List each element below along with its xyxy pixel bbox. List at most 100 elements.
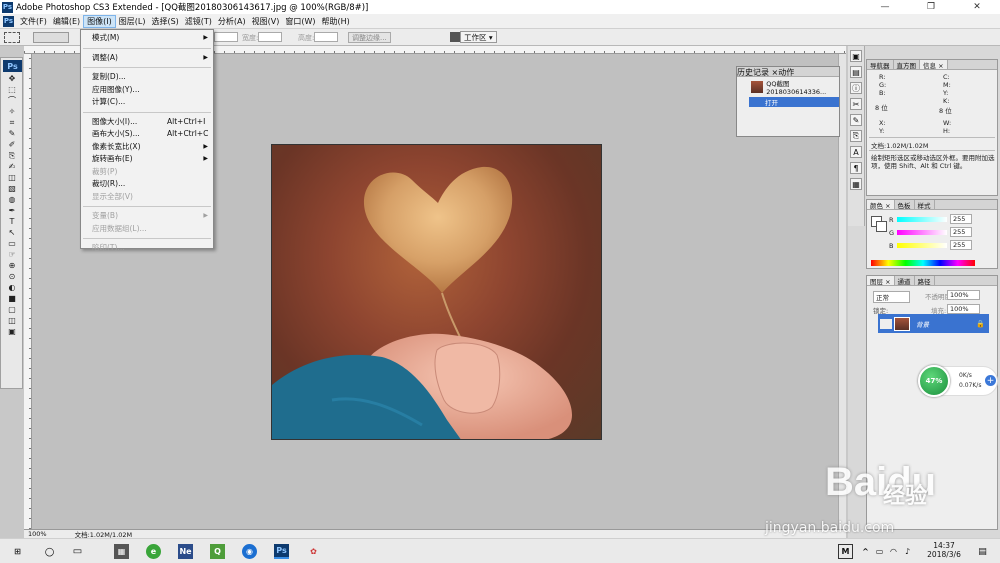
background-swatch[interactable] xyxy=(876,221,887,232)
slice-tool-icon[interactable]: ✎ xyxy=(6,129,18,138)
color-tab-2[interactable]: 样式 xyxy=(915,200,935,210)
layer-row-background[interactable]: 背景 🔒 xyxy=(878,314,989,333)
task-view-icon[interactable]: ▭ xyxy=(70,544,85,559)
pen-tool-icon[interactable]: ↖ xyxy=(6,228,18,237)
layer-comps-icon[interactable]: ▦ xyxy=(850,178,862,190)
menu-item-8[interactable]: 窗口(W) xyxy=(282,15,318,28)
path-select-tool-icon[interactable]: ☞ xyxy=(6,250,18,259)
color-channel-slider[interactable] xyxy=(897,217,947,222)
image-menu-item-6[interactable]: 计算(C)... xyxy=(81,96,213,107)
network-speed-widget[interactable]: 47% 0K/s 0.07K/s + xyxy=(918,365,998,397)
image-menu-item-10[interactable]: 像素长宽比(X) ▶ xyxy=(81,141,213,152)
zoom-level[interactable]: 100% xyxy=(24,530,51,538)
menu-item-3[interactable]: 图层(L) xyxy=(116,15,149,28)
menu-item-6[interactable]: 分析(A) xyxy=(215,15,249,28)
brush-tool-icon[interactable]: ⎘ xyxy=(6,151,18,160)
clock[interactable]: 14:37 2018/3/6 xyxy=(925,541,963,559)
layers-tab-1[interactable]: 通道 xyxy=(895,276,915,286)
character-icon[interactable]: A xyxy=(850,146,862,158)
maximize-button[interactable]: ❐ xyxy=(908,0,954,14)
image-menu-item-2[interactable]: 调整(A) ▶ xyxy=(81,52,213,63)
magic-wand-tool-icon[interactable]: ✧ xyxy=(6,107,18,116)
history-tab-0[interactable]: 历史记录 × xyxy=(737,67,778,77)
menu-item-4[interactable]: 选择(S) xyxy=(148,15,181,28)
eraser-tool-icon[interactable]: ▧ xyxy=(6,184,18,193)
color-tab-1[interactable]: 色板 xyxy=(895,200,915,210)
visibility-eye-icon[interactable] xyxy=(880,318,892,329)
image-menu-item-0[interactable]: 模式(M) ▶ xyxy=(81,32,213,43)
ime-indicator[interactable]: M xyxy=(838,544,853,559)
workspace-button[interactable]: 工作区 ▾ xyxy=(460,31,497,43)
height-input[interactable] xyxy=(314,32,338,42)
width-input[interactable] xyxy=(258,32,282,42)
search-icon[interactable]: ○ xyxy=(42,544,57,559)
history-tab-1[interactable]: 动作 xyxy=(778,67,794,77)
browser-360-icon[interactable]: e xyxy=(146,544,161,559)
menu-item-9[interactable]: 帮助(H) xyxy=(319,15,353,28)
menu-item-5[interactable]: 滤镜(T) xyxy=(182,15,215,28)
info-icon[interactable]: ⓘ xyxy=(850,82,862,94)
color-channel-slider[interactable] xyxy=(897,243,947,248)
gradient-tool-icon[interactable]: ◍ xyxy=(6,195,18,204)
tools-icon[interactable]: ✂ xyxy=(850,98,862,110)
app-blue-icon[interactable]: ◉ xyxy=(242,544,257,559)
fill-input[interactable]: 100% xyxy=(947,304,980,314)
brushes-icon[interactable]: ✎ xyxy=(850,114,862,126)
image-menu-item-13[interactable]: 裁切(R)... xyxy=(81,178,213,189)
healing-tool-icon[interactable]: ✐ xyxy=(6,140,18,149)
color-swatches-tool-icon[interactable]: ◫ xyxy=(6,316,18,325)
color-channel-value[interactable]: 255 xyxy=(950,227,973,237)
nav-tab-0[interactable]: 导航器 xyxy=(867,60,894,70)
close-button[interactable]: ✕ xyxy=(954,0,1000,14)
opacity-input[interactable]: 100% xyxy=(947,290,980,300)
volume-icon[interactable]: ♪ xyxy=(900,544,915,559)
network-icon[interactable]: ◠ xyxy=(886,544,901,559)
history-snapshot[interactable]: QQ截图2018030614336... xyxy=(737,80,839,96)
menu-item-1[interactable]: 编辑(E) xyxy=(50,15,83,28)
menu-item-2[interactable]: 图像(I) xyxy=(83,14,116,28)
image-canvas[interactable] xyxy=(271,144,602,440)
image-menu-item-11[interactable]: 旋转画布(E) ▶ xyxy=(81,153,213,164)
nav-tab-1[interactable]: 直方图 xyxy=(894,60,920,70)
refine-edge-button[interactable]: 调整边缘... xyxy=(348,32,391,43)
clone-tool-icon[interactable]: ✍ xyxy=(6,162,18,171)
minimize-button[interactable]: — xyxy=(862,0,908,14)
menu-item-0[interactable]: 文件(F) xyxy=(17,15,50,28)
color-channel-value[interactable]: 255 xyxy=(950,214,973,224)
dodge-tool-icon[interactable]: T xyxy=(6,217,18,226)
color-spectrum-bar[interactable] xyxy=(871,260,975,266)
image-menu-item-5[interactable]: 应用图像(Y)... xyxy=(81,84,213,95)
ne-app-icon[interactable]: Ne xyxy=(178,544,193,559)
style-select[interactable] xyxy=(214,32,238,42)
color-channel-value[interactable]: 255 xyxy=(950,240,973,250)
selection-mode-buttons[interactable] xyxy=(33,32,69,43)
image-menu-item-9[interactable]: 画布大小(S)... Alt+Ctrl+C xyxy=(81,128,213,139)
color-channel-slider[interactable] xyxy=(897,230,947,235)
lasso-tool-icon[interactable]: ⌒ xyxy=(6,96,18,105)
menu-item-7[interactable]: 视图(V) xyxy=(249,15,283,28)
ps-menu-icon[interactable]: Ps xyxy=(3,15,14,27)
image-menu-item-4[interactable]: 复制(D)... xyxy=(81,71,213,82)
color-tab-0[interactable]: 颜色 × xyxy=(867,200,895,210)
history-brush-tool-icon[interactable]: ◫ xyxy=(6,173,18,182)
eyedropper-tool-icon[interactable]: ◐ xyxy=(6,283,18,292)
history-step-open[interactable]: 打开 xyxy=(749,97,839,107)
windows-start-icon[interactable]: ⊞ xyxy=(10,544,25,559)
battery-icon[interactable]: ▭ xyxy=(872,544,887,559)
marquee-tool-icon[interactable]: ⬚ xyxy=(6,85,18,94)
zoom-tool-icon[interactable]: ▢ xyxy=(6,305,18,314)
nav-tab-2[interactable]: 信息 × xyxy=(920,60,948,70)
histogram-icon[interactable]: ▤ xyxy=(850,66,862,78)
image-menu-item-8[interactable]: 图像大小(I)... Alt+Ctrl+I xyxy=(81,116,213,127)
hand-tool-icon[interactable]: ■ xyxy=(6,294,18,303)
notes-tool-icon[interactable]: ⊙ xyxy=(6,272,18,281)
plus-icon[interactable]: + xyxy=(985,375,996,386)
excel-like-icon[interactable]: Q xyxy=(210,544,225,559)
tool-preset-icon[interactable] xyxy=(450,32,460,42)
paragraph-icon[interactable]: ¶ xyxy=(850,162,862,174)
notification-icon[interactable]: ▤ xyxy=(975,544,990,559)
blend-mode-select[interactable]: 正常 xyxy=(873,291,910,303)
crop-tool-icon[interactable]: ⌗ xyxy=(6,118,18,127)
marquee-tool-preset-icon[interactable] xyxy=(4,32,20,43)
type-tool-icon[interactable]: ▭ xyxy=(6,239,18,248)
